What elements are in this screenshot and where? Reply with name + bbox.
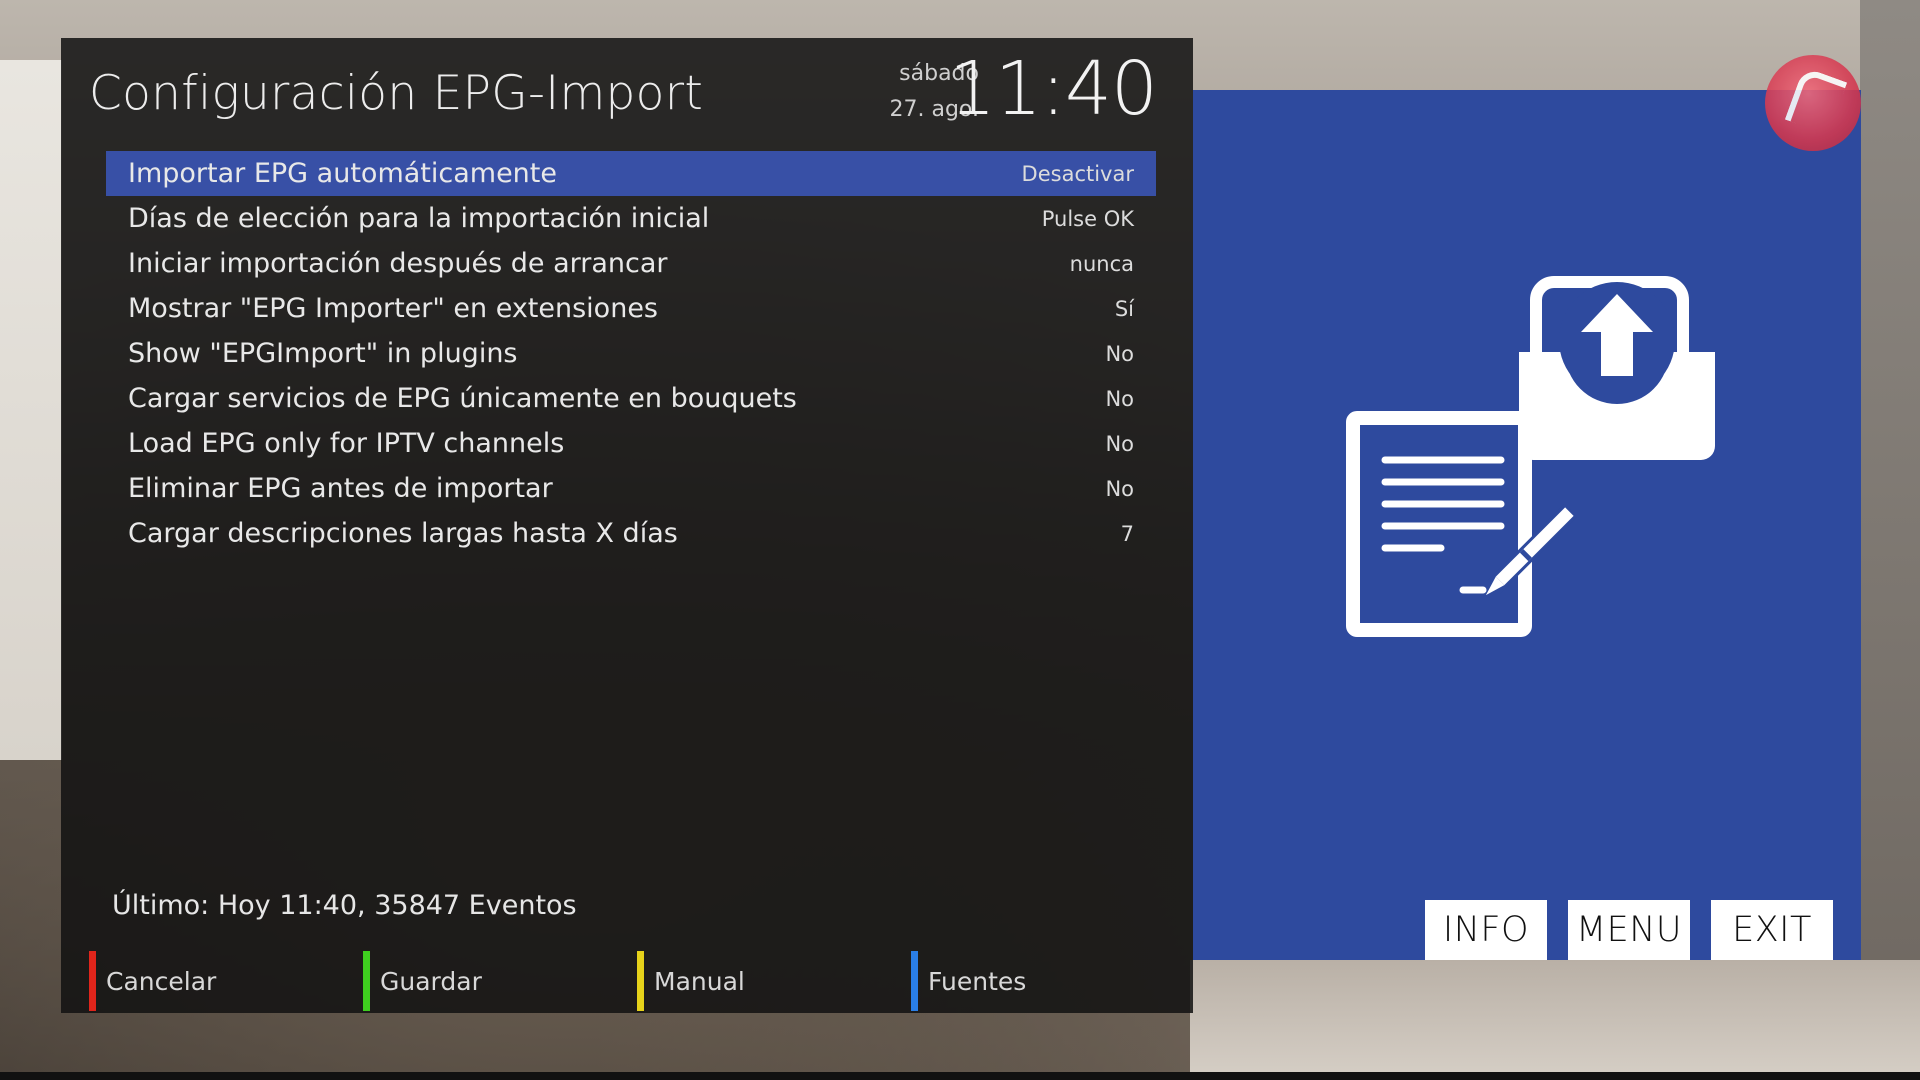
setting-value: No <box>1105 341 1134 366</box>
setting-value: Sí <box>1114 296 1134 321</box>
setting-label: Importar EPG automáticamente <box>128 158 557 189</box>
setting-value: nunca <box>1069 251 1134 276</box>
setting-row-show-in-extensions[interactable]: Mostrar "EPG Importer" en extensiones Sí <box>106 286 1156 331</box>
color-key-bar: Cancelar Guardar Manual Fuentes <box>89 951 1189 1011</box>
channel-logo-mark <box>1784 66 1848 136</box>
blue-key-indicator <box>911 951 918 1011</box>
setting-row-import-after-boot[interactable]: Iniciar importación después de arrancar … <box>106 241 1156 286</box>
illustration-panel <box>1193 90 1861 960</box>
setting-label: Load EPG only for IPTV channels <box>128 428 565 459</box>
key-label: Cancelar <box>106 966 217 996</box>
setting-row-iptv-only[interactable]: Load EPG only for IPTV channels No <box>106 421 1156 466</box>
key-label: Manual <box>654 966 745 996</box>
setting-value: 7 <box>1120 521 1134 546</box>
setting-value: Desactivar <box>1021 161 1134 186</box>
setting-row-bouquets-only[interactable]: Cargar servicios de EPG únicamente en bo… <box>106 376 1156 421</box>
background-floor <box>1190 960 1920 1080</box>
yellow-key-manual[interactable]: Manual <box>637 951 745 1011</box>
setting-row-clear-before-import[interactable]: Eliminar EPG antes de importar No <box>106 466 1156 511</box>
red-key-cancel[interactable]: Cancelar <box>89 951 216 1011</box>
green-key-save[interactable]: Guardar <box>363 951 482 1011</box>
blue-key-sources[interactable]: Fuentes <box>911 951 1026 1011</box>
setting-label: Mostrar "EPG Importer" en extensiones <box>128 293 658 324</box>
setting-label: Eliminar EPG antes de importar <box>128 473 553 504</box>
setting-value: No <box>1105 476 1134 501</box>
setting-value: Pulse OK <box>1041 206 1134 231</box>
page-title: Configuración EPG-Import <box>89 66 704 121</box>
key-label: Guardar <box>380 966 482 996</box>
green-key-indicator <box>363 951 370 1011</box>
setting-label: Cargar descripciones largas hasta X días <box>128 518 678 549</box>
setting-row-long-descriptions-days[interactable]: Cargar descripciones largas hasta X días… <box>106 511 1156 556</box>
background-board <box>0 60 62 760</box>
channel-logo <box>1765 55 1861 151</box>
screen: Configuración EPG-Import sábado 27. ago.… <box>0 0 1920 1080</box>
setting-row-auto-import[interactable]: Importar EPG automáticamente Desactivar <box>106 151 1156 196</box>
settings-list: Importar EPG automáticamente Desactivar … <box>106 151 1156 556</box>
info-button[interactable]: INFO <box>1425 900 1547 960</box>
setting-value: No <box>1105 431 1134 456</box>
setting-label: Show "EPGImport" in plugins <box>128 338 518 369</box>
setting-label: Cargar servicios de EPG únicamente en bo… <box>128 383 797 414</box>
setting-row-show-in-plugins[interactable]: Show "EPGImport" in plugins No <box>106 331 1156 376</box>
menu-button[interactable]: MENU <box>1568 900 1690 960</box>
setting-label: Días de elección para la importación ini… <box>128 203 710 234</box>
key-label: Fuentes <box>928 966 1027 996</box>
last-import-status: Último: Hoy 11:40, 35847 Eventos <box>112 890 577 921</box>
yellow-key-indicator <box>637 951 644 1011</box>
epg-import-document-upload-icon <box>1346 276 1715 637</box>
bottom-strip <box>0 1072 1920 1080</box>
exit-button[interactable]: EXIT <box>1711 900 1833 960</box>
clock: 11:40 <box>948 46 1158 132</box>
epg-settings-panel: Configuración EPG-Import sábado 27. ago.… <box>61 38 1193 1013</box>
background-wall <box>1860 0 1920 1080</box>
setting-label: Iniciar importación después de arrancar <box>128 248 668 279</box>
setting-value: No <box>1105 386 1134 411</box>
setting-row-initial-days[interactable]: Días de elección para la importación ini… <box>106 196 1156 241</box>
red-key-indicator <box>89 951 96 1011</box>
